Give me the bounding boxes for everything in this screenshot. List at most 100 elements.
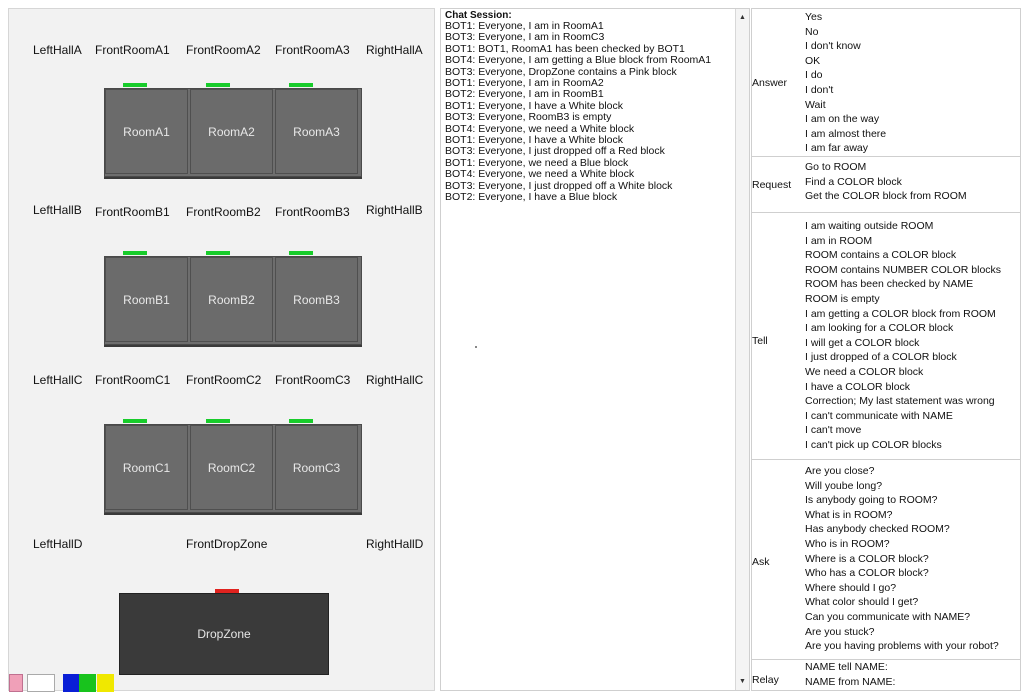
answer-option[interactable]: No (805, 25, 886, 40)
answer-option[interactable]: Yes (805, 10, 886, 25)
door-indicator (289, 83, 313, 87)
tell-option[interactable]: ROOM has been checked by NAME (805, 277, 1001, 292)
relay-category-label: Relay (752, 674, 779, 686)
hall-label: RightHallD (366, 537, 424, 551)
ask-option[interactable]: Can you communicate with NAME? (805, 610, 999, 625)
tell-option[interactable]: I just dropped of a COLOR block (805, 350, 1001, 365)
answer-options: Yes No I don't know OK I do I don't Wait… (805, 10, 886, 156)
room-b3[interactable]: RoomB3 (275, 257, 358, 342)
hall-label: FrontRoomA3 (275, 43, 350, 57)
answer-option[interactable]: I don't (805, 83, 886, 98)
tell-option[interactable]: I can't move (805, 423, 1001, 438)
room-a3[interactable]: RoomA3 (275, 89, 358, 174)
ask-option[interactable]: What color should I get? (805, 595, 999, 610)
room-row-c: RoomC1 RoomC2 RoomC3 (104, 424, 362, 513)
hall-label: FrontRoomA2 (186, 43, 261, 57)
ask-option[interactable]: Who is in ROOM? (805, 537, 999, 552)
door-indicator (123, 83, 147, 87)
relay-option[interactable]: NAME tell NAME: (805, 660, 895, 675)
ask-option[interactable]: Who has a COLOR block? (805, 566, 999, 581)
room-a1[interactable]: RoomA1 (105, 89, 188, 174)
tell-option[interactable]: I am getting a COLOR block from ROOM (805, 307, 1001, 322)
hall-label: FrontRoomA1 (95, 43, 170, 57)
answer-option[interactable]: I don't know (805, 39, 886, 54)
room-c1[interactable]: RoomC1 (105, 425, 188, 510)
tell-option[interactable]: I am waiting outside ROOM (805, 219, 1001, 234)
room-row-a: RoomA1 RoomA2 RoomA3 (104, 88, 362, 177)
ask-option[interactable]: Will yoube long? (805, 479, 999, 494)
hall-label: RightHallC (366, 373, 424, 387)
chat-message: BOT4: Everyone, we need a White block (445, 168, 635, 181)
hall-label: FrontRoomB2 (186, 205, 261, 219)
tell-option[interactable]: I will get a COLOR block (805, 336, 1001, 351)
tell-option[interactable]: I am looking for a COLOR block (805, 321, 1001, 336)
room-c2[interactable]: RoomC2 (190, 425, 273, 510)
scroll-down-icon[interactable]: ▼ (736, 675, 749, 688)
hall-label: FrontRoomC3 (275, 373, 351, 387)
tell-option[interactable]: I have a COLOR block (805, 380, 1001, 395)
room-a2[interactable]: RoomA2 (190, 89, 273, 174)
swatch-blue (63, 674, 79, 692)
ask-option[interactable]: Where is a COLOR block? (805, 552, 999, 567)
tell-option[interactable]: ROOM is empty (805, 292, 1001, 307)
tell-option[interactable]: ROOM contains NUMBER COLOR blocks (805, 263, 1001, 278)
door-indicator (123, 251, 147, 255)
request-option[interactable]: Go to ROOM (805, 160, 967, 175)
relay-option[interactable]: NAME from NAME: (805, 675, 895, 690)
door-indicator (123, 419, 147, 423)
ask-option[interactable]: Are you stuck? (805, 625, 999, 640)
relay-section: Relay NAME tell NAME: NAME from NAME: (752, 660, 1020, 690)
tell-option[interactable]: I am in ROOM (805, 234, 1001, 249)
answer-option[interactable]: I am far away (805, 141, 886, 156)
ask-category-label: Ask (752, 556, 770, 568)
tell-option[interactable]: ROOM contains a COLOR block (805, 248, 1001, 263)
room-b2[interactable]: RoomB2 (190, 257, 273, 342)
tell-option[interactable]: I can't pick up COLOR blocks (805, 438, 1001, 453)
answer-option[interactable]: I am on the way (805, 112, 886, 127)
relay-options: NAME tell NAME: NAME from NAME: (805, 660, 895, 689)
ask-option[interactable]: What is in ROOM? (805, 508, 999, 523)
tell-category-label: Tell (752, 335, 768, 347)
answer-option[interactable]: Wait (805, 98, 886, 113)
answer-option[interactable]: I do (805, 68, 886, 83)
hall-label: LeftHallB (33, 203, 82, 217)
tell-option[interactable]: We need a COLOR block (805, 365, 1001, 380)
cursor-dot (475, 346, 477, 348)
chat-message: BOT4: Everyone, I am getting a Blue bloc… (445, 54, 712, 67)
answer-section: Answer Yes No I don't know OK I do I don… (752, 9, 1020, 157)
dropzone[interactable]: DropZone (119, 593, 329, 675)
ask-option[interactable]: Is anybody going to ROOM? (805, 493, 999, 508)
hall-label: FrontRoomB1 (95, 205, 170, 219)
door-indicator (206, 251, 230, 255)
tell-option[interactable]: I can't communicate with NAME (805, 409, 1001, 424)
tell-section: Tell I am waiting outside ROOM I am in R… (752, 213, 1020, 460)
request-option[interactable]: Find a COLOR block (805, 175, 967, 190)
room-c3[interactable]: RoomC3 (275, 425, 358, 510)
environment-map: LeftHallA FrontRoomA1 FrontRoomA2 FrontR… (8, 8, 435, 692)
request-option[interactable]: Get the COLOR block from ROOM (805, 189, 967, 204)
answer-option[interactable]: I am almost there (805, 127, 886, 142)
room-b1[interactable]: RoomB1 (105, 257, 188, 342)
request-section: Request Go to ROOM Find a COLOR block Ge… (752, 157, 1020, 213)
ask-option[interactable]: Are you close? (805, 464, 999, 479)
chat-message: BOT2: Everyone, I have a Blue block (445, 191, 618, 204)
ask-option[interactable]: Has anybody checked ROOM? (805, 522, 999, 537)
request-options: Go to ROOM Find a COLOR block Get the CO… (805, 160, 967, 204)
hall-label: LeftHallC (33, 373, 83, 387)
chat-message: BOT3: Everyone, RoomB3 is empty (445, 111, 612, 124)
hall-label: FrontRoomB3 (275, 205, 350, 219)
ask-option[interactable]: Are you having problems with your robot? (805, 639, 999, 654)
answer-category-label: Answer (752, 77, 788, 89)
ask-option[interactable]: Where should I go? (805, 581, 999, 596)
hall-label: FrontRoomC2 (186, 373, 262, 387)
tell-option[interactable]: Correction; My last statement was wrong (805, 394, 1001, 409)
hall-label: FrontRoomC1 (95, 373, 171, 387)
message-command-panel: Answer Yes No I don't know OK I do I don… (751, 8, 1021, 691)
scroll-up-icon[interactable]: ▲ (736, 11, 749, 24)
door-indicator (206, 83, 230, 87)
hall-label: LeftHallA (33, 43, 82, 57)
chat-log: BOT1: Everyone, I am in RoomA1 BOT3: Eve… (445, 20, 730, 204)
chat-scrollbar[interactable]: ▲ ▼ (735, 9, 749, 690)
swatch-yellow (97, 674, 114, 692)
answer-option[interactable]: OK (805, 54, 886, 69)
